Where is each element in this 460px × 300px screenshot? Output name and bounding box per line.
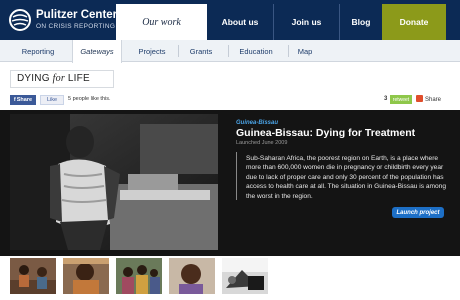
sub-navigation-bar: Reporting Gateways Projects Grants Educa… <box>0 40 460 63</box>
featured-project: Guinea-Bissau Guinea-Bissau: Dying for T… <box>0 110 460 256</box>
nav-tab-blog[interactable]: Blog <box>340 4 382 40</box>
social-share-row: f Share Like 5 people like this. 3 retwe… <box>0 94 460 108</box>
page-title-text-1: DYING <box>17 73 53 84</box>
top-navigation-bar: Pulitzer Center ON CRISIS REPORTING Our … <box>0 0 460 40</box>
subnav-projects[interactable]: Projects <box>130 40 174 62</box>
thumbnail-3[interactable] <box>116 258 162 294</box>
nav-tab-join-us[interactable]: Join us <box>274 4 339 40</box>
facebook-share-label: Share <box>16 97 33 103</box>
facebook-share-button[interactable]: f Share <box>10 95 36 105</box>
feature-photo-image <box>10 114 218 250</box>
brand-name: Pulitzer Center <box>36 9 118 21</box>
feature-headline[interactable]: Guinea-Bissau: Dying for Treatment <box>236 127 415 139</box>
pulitzer-logo[interactable]: Pulitzer Center ON CRISIS REPORTING <box>8 8 126 34</box>
globe-logo-icon <box>9 9 31 31</box>
feature-kicker-link[interactable]: Guinea-Bissau <box>236 120 278 126</box>
share-button[interactable]: Share <box>416 95 441 103</box>
page-title-box: DYING for LIFE <box>10 70 114 88</box>
subnav-divider <box>178 45 179 57</box>
subnav-reporting[interactable]: Reporting <box>14 40 62 62</box>
nav-tab-about-us[interactable]: About us <box>207 4 273 40</box>
photo-thumbnail-icon <box>169 258 215 294</box>
subnav-map[interactable]: Map <box>292 40 318 62</box>
retweet-count: 3 <box>384 96 388 102</box>
thumbnail-2[interactable] <box>63 258 109 294</box>
photo-thumbnail-icon <box>116 258 162 294</box>
subnav-divider <box>288 45 289 57</box>
feature-photo[interactable] <box>10 114 218 250</box>
thumbnail-strip <box>0 256 460 300</box>
description-rule <box>236 152 237 200</box>
facebook-icon: f <box>13 97 16 103</box>
page-title-text-2: for <box>52 73 65 84</box>
donate-button[interactable]: Donate <box>382 4 446 40</box>
facebook-like-label: Like <box>46 97 58 103</box>
photo-thumbnail-icon <box>63 258 109 294</box>
facebook-like-button[interactable]: Like <box>40 95 64 105</box>
feature-description: Sub-Saharan Africa, the poorest region o… <box>246 155 446 200</box>
thumbnail-4[interactable] <box>169 258 215 294</box>
subnav-education[interactable]: Education <box>232 40 280 62</box>
feature-launch-date: Launched June 2009 <box>236 140 288 146</box>
subnav-grants[interactable]: Grants <box>182 40 220 62</box>
thumbnail-1[interactable] <box>10 258 56 294</box>
photo-thumbnail-icon <box>10 258 56 294</box>
launch-project-button[interactable]: Launch project <box>392 207 444 218</box>
nav-tab-our-work[interactable]: Our work <box>116 4 207 40</box>
retweet-button[interactable]: retweet <box>390 95 412 104</box>
page-title-text-3: LIFE <box>64 73 90 84</box>
thumbnail-5[interactable] <box>222 258 268 294</box>
brand-tagline: ON CRISIS REPORTING <box>36 23 116 30</box>
share-label: Share <box>425 97 442 103</box>
photo-thumbnail-icon <box>222 258 268 294</box>
like-count-text: 5 people like this. <box>68 96 111 102</box>
page-title: DYING for LIFE <box>17 73 90 84</box>
share-icon <box>416 95 423 102</box>
subnav-divider <box>228 45 229 57</box>
subnav-gateways[interactable]: Gateways <box>72 40 122 63</box>
